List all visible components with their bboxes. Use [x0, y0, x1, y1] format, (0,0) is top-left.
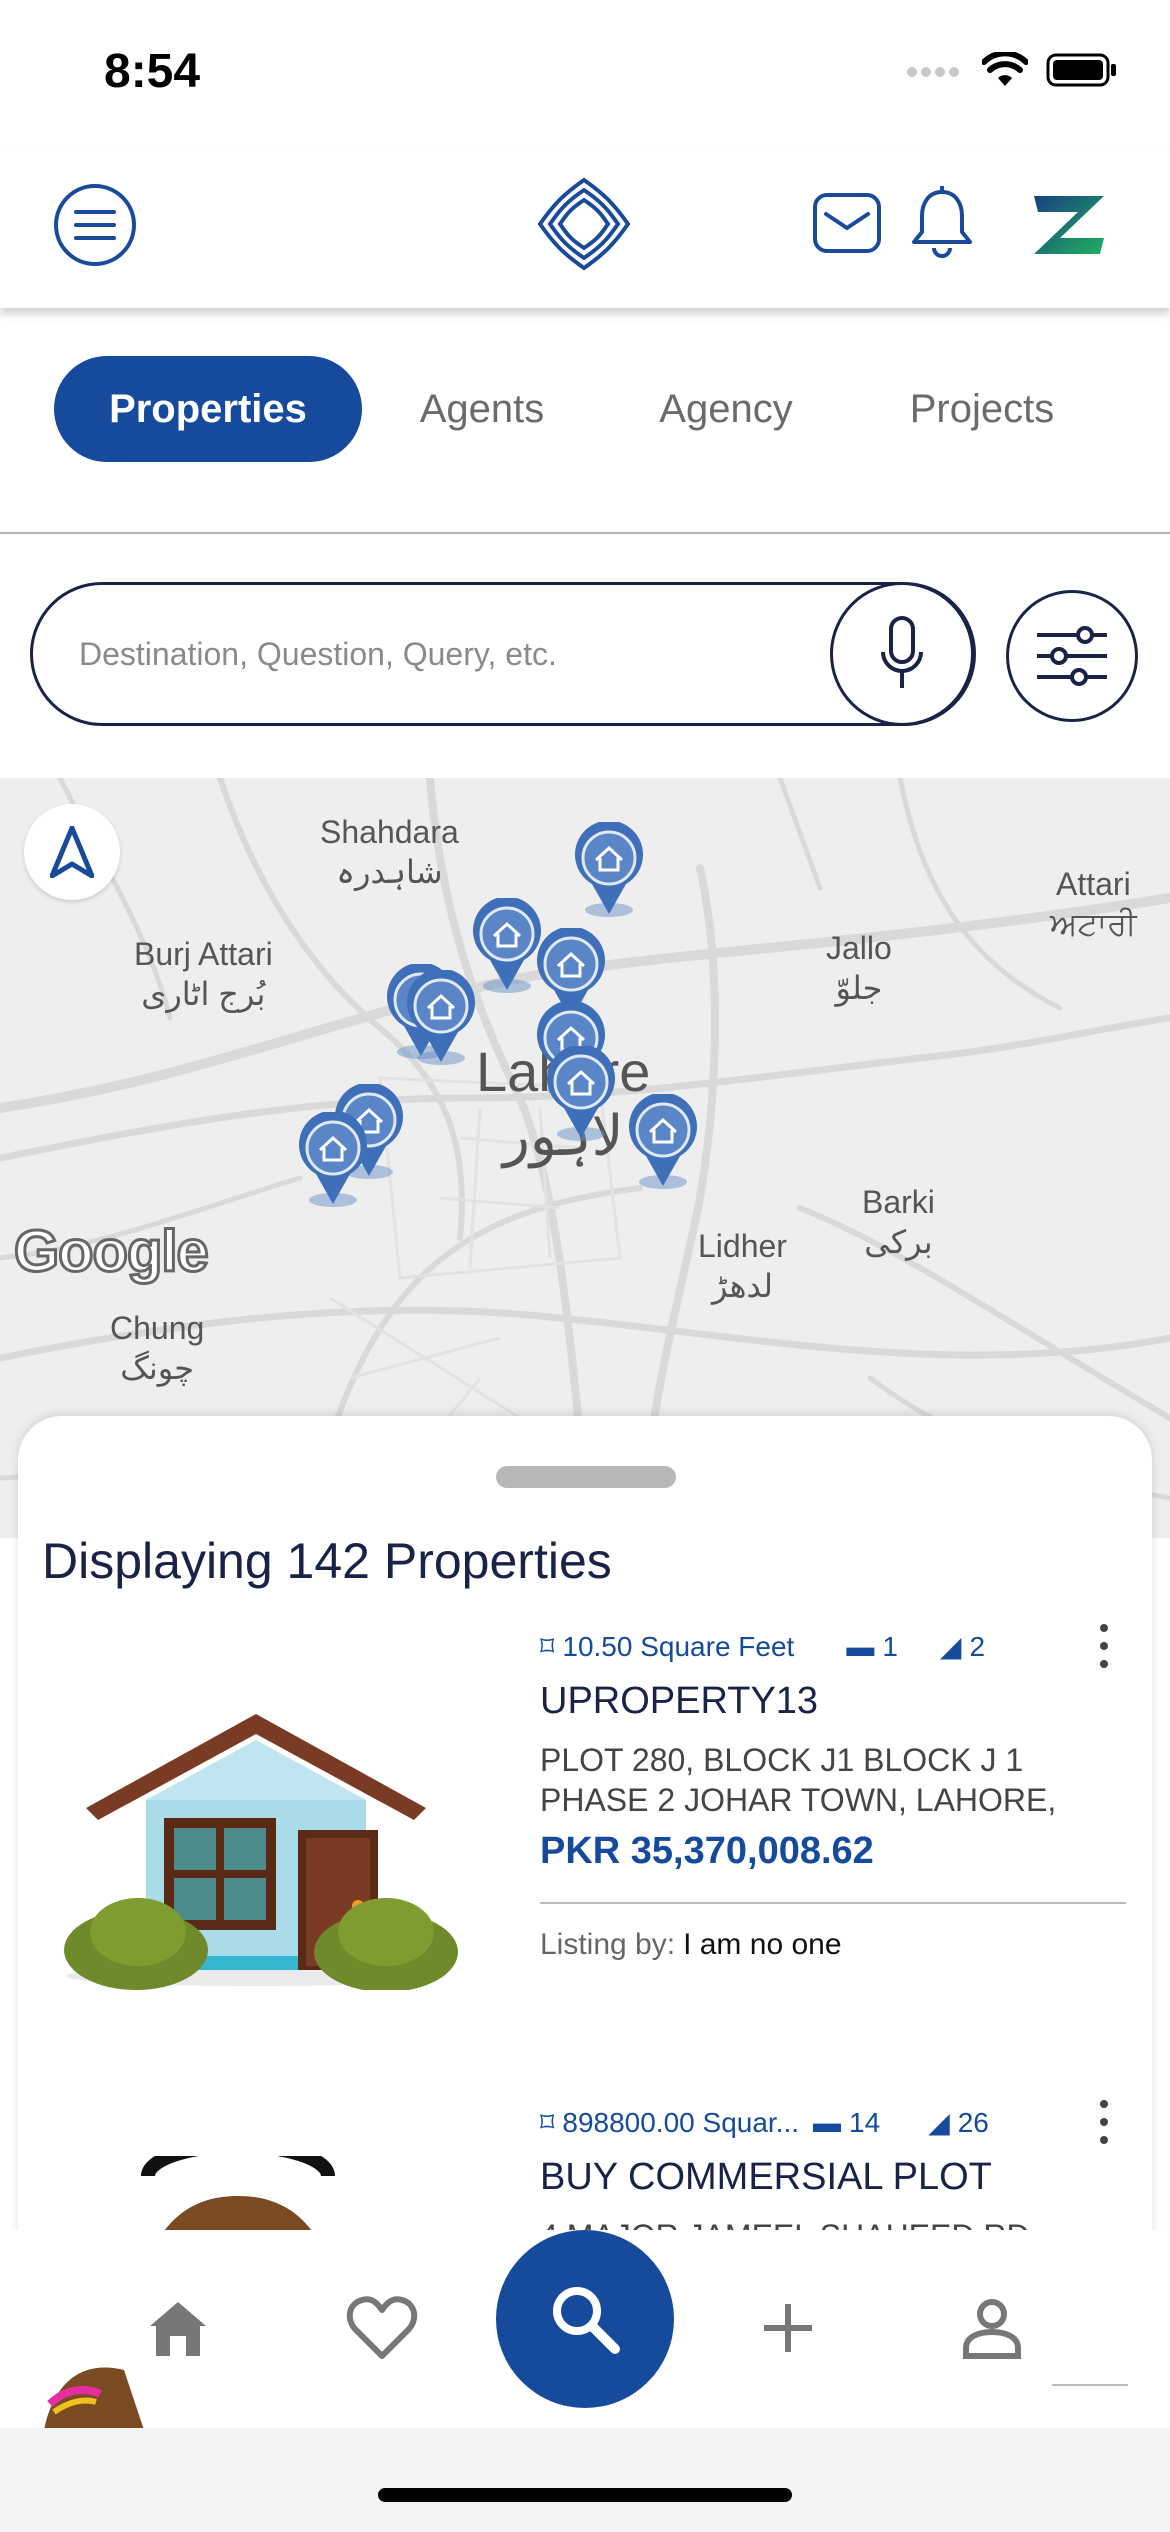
bed-icon: ▬	[813, 2106, 842, 2138]
results-count-title: Displaying 142 Properties	[42, 1533, 612, 1589]
sheet-drag-handle[interactable]	[496, 1466, 676, 1488]
bath-icon: ◢	[928, 2107, 950, 2138]
property-beds: 1	[882, 1630, 898, 1662]
filter-button[interactable]	[1006, 590, 1138, 722]
property-stats: ⌑ 10.50 Square Feet ▬ 1 ◢ 2	[540, 1630, 985, 1663]
partial-avatar-icon	[44, 2367, 144, 2430]
cellular-signal-icon	[907, 67, 959, 77]
listing-by: Listing by: I am no one	[540, 1928, 842, 1961]
hamburger-menu-icon[interactable]	[54, 184, 136, 266]
status-bar: 8:54	[0, 0, 1170, 150]
house-pin-icon[interactable]	[544, 1044, 618, 1142]
microphone-icon	[881, 616, 923, 688]
navigation-arrow-icon[interactable]	[24, 804, 120, 900]
area-icon: ⌑	[540, 1631, 555, 1662]
property-area: 898800.00 Squar...	[562, 2106, 800, 2138]
house-pin-icon[interactable]	[572, 820, 646, 918]
map-label-barki: Barki برکی	[862, 1184, 935, 1260]
house-pin-icon[interactable]	[626, 1092, 700, 1190]
search-input[interactable]	[79, 585, 839, 723]
wifi-icon	[982, 52, 1028, 86]
mail-icon[interactable]	[812, 192, 882, 254]
property-title[interactable]: UPROPERTY13	[540, 1680, 818, 1723]
tab-agents[interactable]: Agents	[382, 356, 582, 462]
property-baths: 26	[957, 2106, 989, 2138]
home-icon[interactable]	[130, 2280, 226, 2376]
google-logo: Google	[13, 1218, 211, 1286]
card-divider	[540, 1902, 1126, 1904]
person-icon[interactable]	[944, 2280, 1040, 2376]
tab-properties[interactable]: Properties	[54, 356, 362, 462]
house-pin-icon[interactable]	[470, 896, 544, 994]
map-label-jallo: Jallo جلوّ	[826, 930, 892, 1006]
map-label-burj-attari: Burj Attari بُرج اٹاری	[134, 936, 273, 1012]
map-label-chung: Chung چونگ	[110, 1310, 205, 1386]
category-tabs: Properties Agents Agency Projects	[0, 308, 1170, 534]
map-label-lidher: Lidher لدھڑ	[698, 1228, 787, 1304]
property-address: PLOT 280, BLOCK J1 BLOCK J 1 PHASE 2 JOH…	[540, 1742, 1057, 1818]
property-area: 10.50 Square Feet	[562, 1630, 795, 1662]
brand-z-icon[interactable]	[1030, 194, 1106, 256]
plus-icon[interactable]	[740, 2280, 836, 2376]
property-baths: 2	[969, 1630, 986, 1662]
status-icons	[906, 52, 1118, 88]
map-label-attari: Attari ਅਟਾਰੀ	[1050, 866, 1137, 942]
tab-projects[interactable]: Projects	[872, 356, 1092, 462]
bottom-navigation	[0, 2230, 1170, 2430]
area-icon: ⌑	[540, 2107, 555, 2138]
more-options-icon[interactable]	[1092, 2100, 1116, 2144]
home-indicator	[378, 2488, 792, 2502]
search-icon	[553, 2287, 620, 2354]
tab-agency[interactable]: Agency	[626, 356, 826, 462]
map-label-shahdara: Shahdara شاہدرہ	[320, 814, 459, 890]
property-thumbnail[interactable]	[46, 1670, 466, 1990]
status-time: 8:54	[104, 45, 201, 98]
app-header	[0, 150, 1170, 308]
listing-agent[interactable]: I am no one	[683, 1928, 841, 1961]
app-logo-icon[interactable]	[534, 174, 634, 274]
bed-icon: ▬	[846, 1630, 875, 1662]
home-indicator-area	[0, 2428, 1170, 2532]
more-options-icon[interactable]	[1092, 1624, 1116, 1668]
heart-icon[interactable]	[334, 2280, 430, 2376]
card-divider	[1052, 2384, 1128, 2386]
sliders-icon	[1037, 626, 1107, 686]
house-pin-icon[interactable]	[296, 1110, 370, 1208]
house-pin-icon[interactable]	[404, 968, 478, 1066]
mic-button[interactable]	[830, 582, 974, 726]
property-stats: ⌑ 898800.00 Squar... ▬ 14 ◢ 26	[540, 2106, 989, 2139]
property-card[interactable]: ⌑ 10.50 Square Feet ▬ 1 ◢ 2 UPROPERTY13 …	[18, 1624, 1152, 2030]
bell-icon[interactable]	[910, 186, 974, 260]
property-price: PKR 35,370,008.62	[540, 1830, 874, 1872]
search-fab-button[interactable]	[496, 2230, 674, 2408]
property-beds: 14	[849, 2106, 881, 2138]
bath-icon: ◢	[939, 1631, 962, 1662]
battery-icon	[1046, 53, 1116, 87]
property-title[interactable]: BUY COMMERSIAL PLOT	[540, 2156, 992, 2199]
